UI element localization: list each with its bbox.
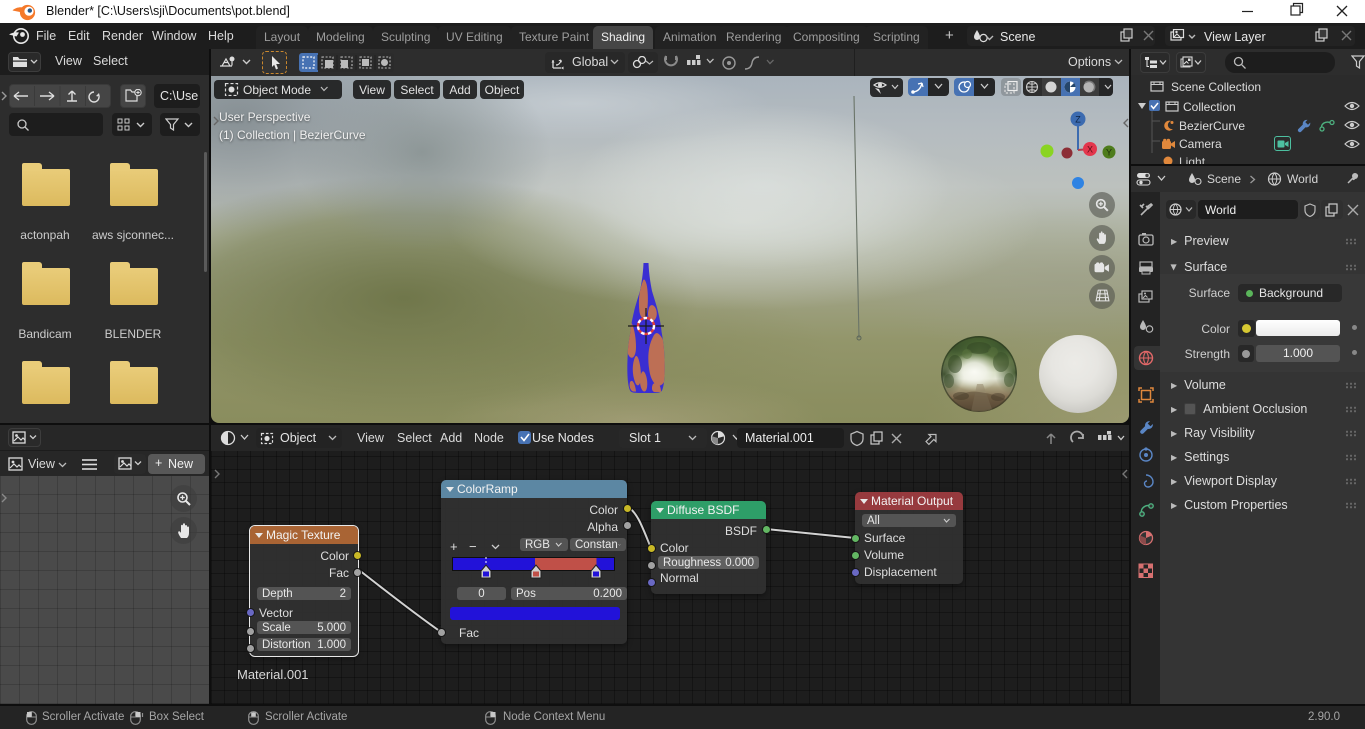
svg-text:Y: Y	[1106, 148, 1112, 158]
svg-text:X: X	[1087, 145, 1093, 155]
svg-text:Z: Z	[1075, 115, 1081, 125]
